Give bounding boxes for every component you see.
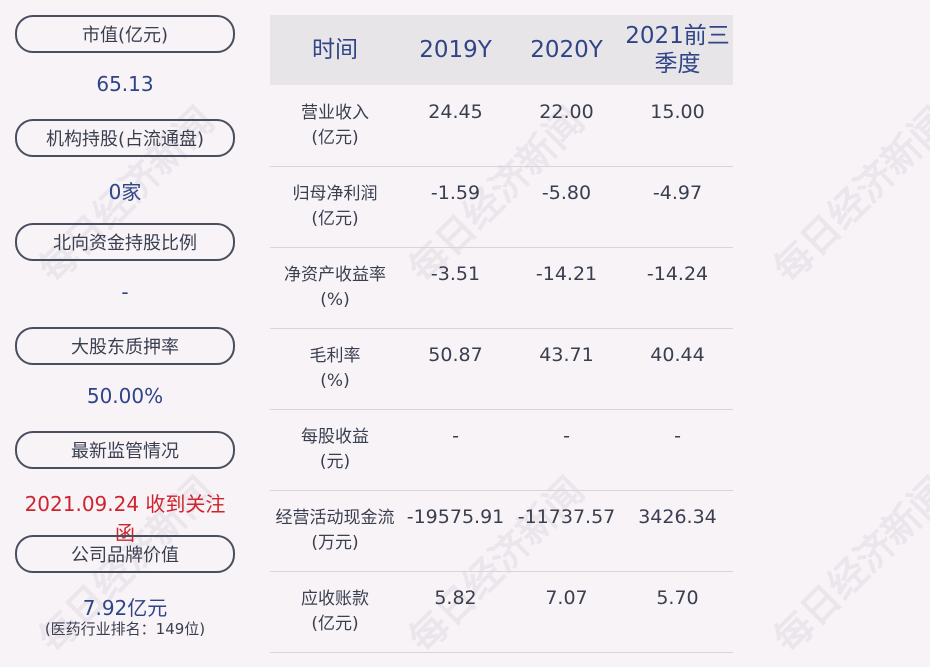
table-row: 归母净利润 (亿元) -1.59 -5.80 -4.97 <box>270 166 733 248</box>
table-row: 净资产收益率 (%) -3.51 -14.21 -14.24 <box>270 247 733 329</box>
table-row: 经营活动现金流 (万元) -19575.91 -11737.57 3426.34 <box>270 490 733 572</box>
market-cap-label: 市值(亿元) <box>15 15 235 53</box>
table-cell: -1.59 <box>430 182 481 204</box>
table-cell: - <box>563 425 570 447</box>
table-cell: 40.44 <box>650 344 705 366</box>
watermark: 每日经济新闻 <box>765 468 930 662</box>
header-2019: 2019Y <box>419 37 492 63</box>
table-cell: 50.87 <box>428 344 483 366</box>
brand-value-value: 7.92亿元 <box>82 596 168 620</box>
table-cell: 7.07 <box>545 587 588 609</box>
row-label: 营业收入 (亿元) <box>301 103 369 148</box>
table-cell: 24.45 <box>428 101 483 123</box>
table-row: 应收账款 (亿元) 5.82 7.07 5.70 <box>270 571 733 653</box>
table-cell: -14.21 <box>535 263 598 285</box>
pledge-rate-label: 大股东质押率 <box>15 327 235 365</box>
northbound-ratio-label: 北向资金持股比例 <box>15 223 235 261</box>
table-cell: 3426.34 <box>638 506 717 528</box>
row-label: 应收账款 (亿元) <box>301 589 369 634</box>
table-row: 每股收益 (元) - - - <box>270 409 733 491</box>
pledge-rate-value: 50.00% <box>86 384 164 408</box>
header-2020: 2020Y <box>530 37 603 63</box>
table-cell: - <box>674 425 681 447</box>
table-cell: -14.24 <box>646 263 709 285</box>
regulatory-status-label: 最新监管情况 <box>15 431 235 469</box>
table-cell: 15.00 <box>650 101 705 123</box>
brand-value-label: 公司品牌价值 <box>15 535 235 573</box>
market-cap-value: 65.13 <box>96 72 154 96</box>
table-cell: - <box>452 425 459 447</box>
header-2021q3: 2021前三季度 <box>625 23 730 77</box>
table-cell: -19575.91 <box>406 506 505 528</box>
row-label: 毛利率 (%) <box>309 346 361 391</box>
table-cell: -5.80 <box>541 182 592 204</box>
table-header: 时间 2019Y 2020Y 2021前三季度 <box>270 15 733 85</box>
row-label: 经营活动现金流 (万元) <box>275 508 395 553</box>
header-time: 时间 <box>312 37 358 63</box>
table-cell: 5.82 <box>434 587 477 609</box>
row-label: 净资产收益率 (%) <box>284 265 386 310</box>
table-row: 营业收入 (亿元) 24.45 22.00 15.00 <box>270 85 733 167</box>
watermark: 每日经济新闻 <box>765 98 930 292</box>
table-cell: -11737.57 <box>517 506 616 528</box>
row-label: 归母净利润 (亿元) <box>292 184 378 229</box>
northbound-ratio-value: - <box>121 280 129 304</box>
table-cell: 22.00 <box>539 101 594 123</box>
table-row: 毛利率 (%) 50.87 43.71 40.44 <box>270 328 733 410</box>
institutional-holding-value: 0家 <box>108 180 142 204</box>
table-cell: -3.51 <box>430 263 481 285</box>
table-cell: 5.70 <box>656 587 699 609</box>
table-cell: -4.97 <box>652 182 703 204</box>
row-label: 每股收益 (元) <box>301 427 369 472</box>
institutional-holding-label: 机构持股(占流通盘) <box>15 119 235 157</box>
table-cell: 43.71 <box>539 344 594 366</box>
brand-value-rank: (医药行业排名：149位) <box>44 620 206 638</box>
